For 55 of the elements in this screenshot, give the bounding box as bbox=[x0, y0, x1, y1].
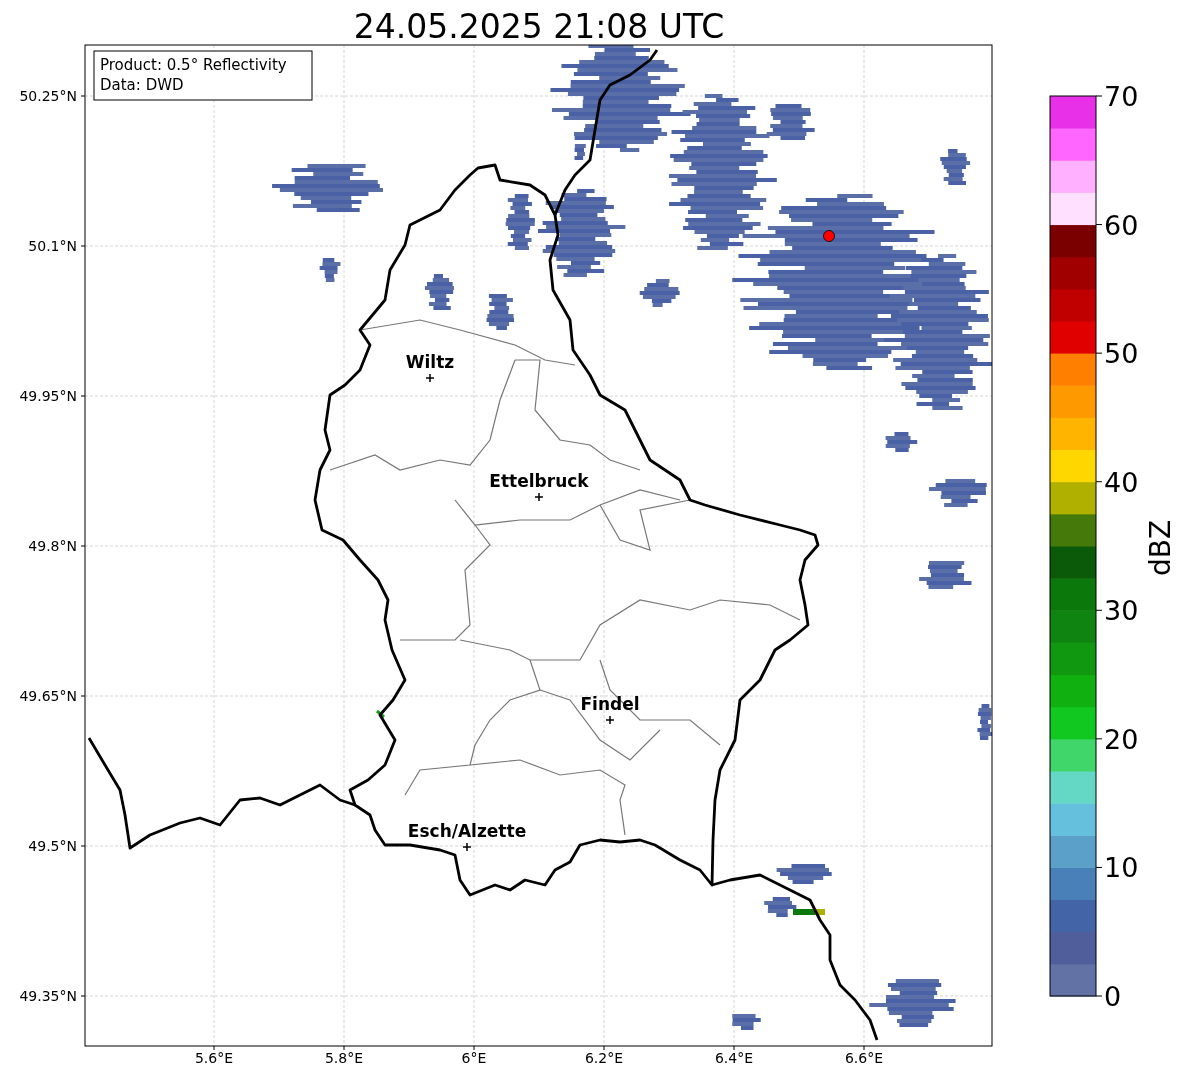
latitude-label: 49.35°N bbox=[19, 988, 77, 1004]
tick-mark bbox=[733, 1045, 735, 1051]
tick-mark bbox=[80, 95, 86, 97]
tick-mark bbox=[80, 395, 86, 397]
latitude-label: 49.8°N bbox=[28, 538, 77, 554]
info-text: Data: DWD bbox=[100, 76, 184, 94]
longitude-label: 6°E bbox=[461, 1050, 487, 1066]
tick-mark bbox=[80, 545, 86, 547]
colorbar-tick-label: 20 bbox=[1104, 723, 1139, 755]
colorbar-tick-label: 10 bbox=[1104, 852, 1139, 884]
longitude-label: 6.2°E bbox=[584, 1050, 624, 1066]
colorbar-tick-label: 70 bbox=[1104, 81, 1139, 112]
figure-title: 24.05.2025 21:08 UTC bbox=[353, 7, 725, 46]
tick-mark bbox=[1095, 95, 1103, 97]
colorbar-label: dBZ bbox=[1144, 519, 1177, 577]
tick-mark bbox=[80, 695, 86, 697]
colorbar-tick-label: 50 bbox=[1104, 338, 1139, 370]
latitude-label: 49.95°N bbox=[19, 388, 77, 404]
city-marker-icon bbox=[534, 492, 544, 502]
city-marker-icon bbox=[425, 373, 435, 383]
info-text: Product: 0.5° Reflectivity bbox=[100, 56, 287, 74]
city-marker-icon bbox=[462, 842, 472, 852]
tick-mark bbox=[603, 1045, 605, 1051]
tick-mark bbox=[1095, 738, 1103, 740]
tick-mark bbox=[80, 845, 86, 847]
tick-mark bbox=[1095, 866, 1103, 868]
longitude-label: 5.6°E bbox=[194, 1050, 234, 1066]
city-label: Esch/Alzette bbox=[407, 821, 527, 841]
latitude-label: 49.5°N bbox=[28, 838, 77, 854]
tick-mark bbox=[1095, 481, 1103, 483]
longitude-label: 5.8°E bbox=[324, 1050, 364, 1066]
tick-mark bbox=[80, 995, 86, 997]
colorbar-tick-label: 0 bbox=[1104, 981, 1122, 1012]
latitude-label: 49.65°N bbox=[19, 688, 77, 704]
tick-mark bbox=[473, 1045, 475, 1051]
colorbar-tick-label: 40 bbox=[1104, 466, 1139, 498]
tick-mark bbox=[863, 1045, 865, 1051]
city-label: Wiltz bbox=[405, 352, 455, 372]
longitude-label: 6.6°E bbox=[844, 1050, 884, 1066]
tick-mark bbox=[1095, 995, 1103, 997]
colorbar-tick-label: 60 bbox=[1104, 209, 1139, 241]
tick-mark bbox=[1095, 352, 1103, 354]
city-marker-icon bbox=[605, 715, 615, 725]
city-label: Ettelbruck bbox=[489, 471, 589, 491]
latitude-label: 50.25°N bbox=[19, 88, 77, 104]
tick-mark bbox=[343, 1045, 345, 1051]
tick-mark bbox=[213, 1045, 215, 1051]
city-label: Findel bbox=[580, 694, 640, 714]
latitude-label: 50.1°N bbox=[28, 238, 77, 254]
tick-mark bbox=[80, 245, 86, 247]
longitude-label: 6.4°E bbox=[714, 1050, 754, 1066]
tick-mark bbox=[1095, 224, 1103, 226]
radar-site-marker bbox=[823, 230, 835, 242]
colorbar-tick-label: 30 bbox=[1104, 595, 1139, 627]
tick-mark bbox=[1095, 609, 1103, 611]
